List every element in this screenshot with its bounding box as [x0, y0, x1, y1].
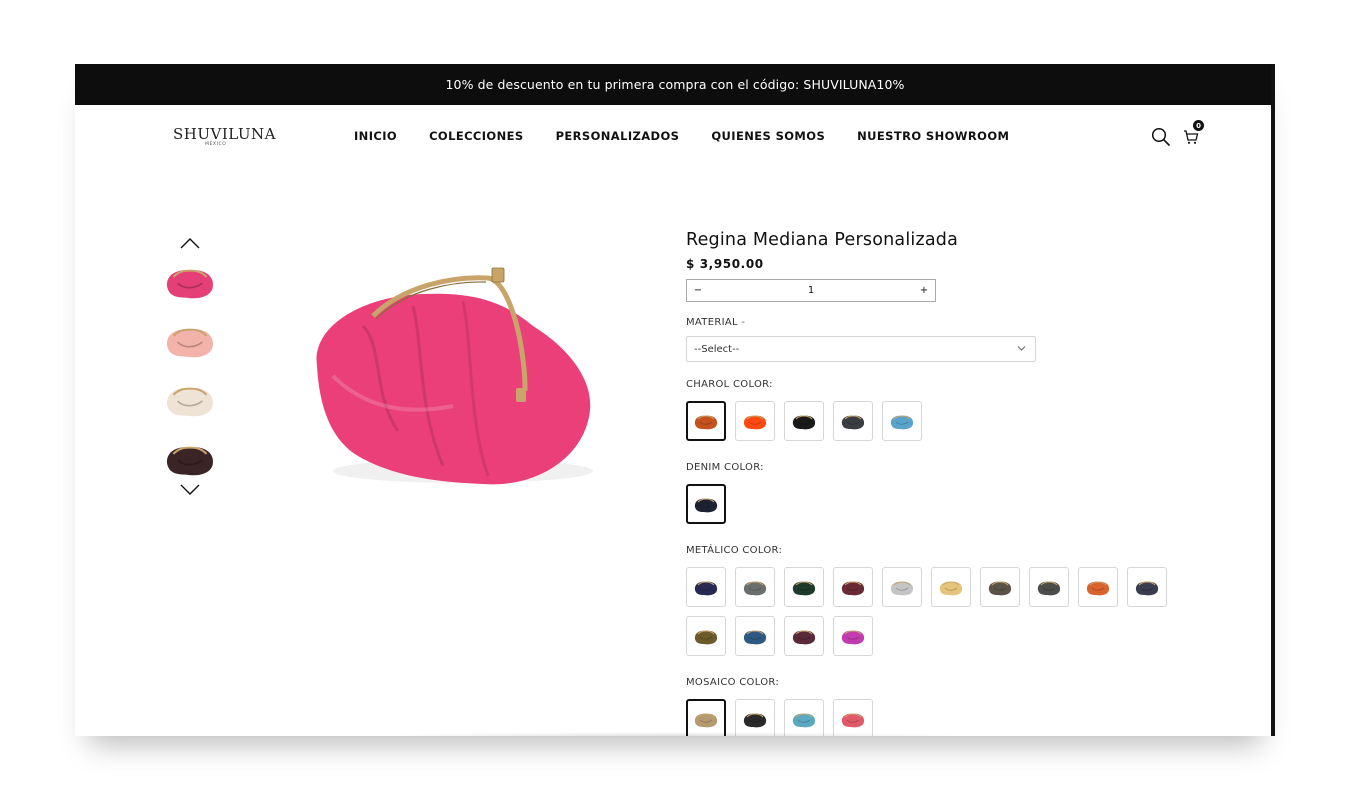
thumbnail-blush[interactable]: [161, 317, 219, 365]
main-nav: INICIO COLECCIONES PERSONALIZADOS QUIENE…: [354, 129, 1009, 143]
charol-swatch-2[interactable]: [735, 401, 775, 441]
denim-swatch-1[interactable]: [686, 484, 726, 524]
quantity-input[interactable]: 1: [709, 285, 913, 296]
cart-count-badge: 0: [1193, 120, 1204, 131]
product-title: Regina Mediana Personalizada: [686, 230, 959, 250]
thumbnail-pink[interactable]: [161, 258, 219, 306]
nav-colecciones[interactable]: COLECCIONES: [429, 129, 524, 143]
gallery-down-arrow-icon[interactable]: [180, 484, 200, 496]
denim-color-label: DENIM COLOR:: [686, 462, 764, 473]
frame-edge: [1271, 64, 1275, 736]
metalico-swatch-11[interactable]: [686, 616, 726, 656]
logo[interactable]: SHUVILUNA: [173, 125, 276, 143]
nav-nuestro-showroom[interactable]: NUESTRO SHOWROOM: [857, 129, 1009, 143]
chevron-down-icon: [1017, 346, 1026, 351]
material-select-value: --Select--: [694, 343, 740, 355]
thumbnail-cream[interactable]: [161, 376, 219, 424]
charol-swatch-3[interactable]: [784, 401, 824, 441]
metalico-swatch-6[interactable]: [931, 567, 971, 607]
metalico-swatch-12[interactable]: [735, 616, 775, 656]
promo-text: 10% de descuento en tu primera compra co…: [445, 77, 905, 92]
mosaico-swatch-3[interactable]: [784, 699, 824, 736]
metalico-swatch-5[interactable]: [882, 567, 922, 607]
thumbnail-brown[interactable]: [161, 435, 219, 483]
mosaico-swatch-4[interactable]: [833, 699, 873, 736]
metalico-swatch-9[interactable]: [1078, 567, 1118, 607]
metalico-color-label: METÁLICO COLOR:: [686, 545, 783, 556]
promo-banner: 10% de descuento en tu primera compra co…: [75, 64, 1275, 105]
metalico-swatch-8[interactable]: [1029, 567, 1069, 607]
metalico-swatch-2[interactable]: [735, 567, 775, 607]
metalico-swatch-1[interactable]: [686, 567, 726, 607]
product-price: $ 3,950.00: [686, 257, 764, 271]
quantity-stepper: − 1 +: [686, 279, 936, 302]
nav-inicio[interactable]: INICIO: [354, 129, 397, 143]
site-header: SHUVILUNA MÉXICO INICIO COLECCIONES PERS…: [75, 105, 1275, 169]
metalico-swatch-14[interactable]: [833, 616, 873, 656]
mosaico-color-label: MOSAICO COLOR:: [686, 677, 780, 688]
gallery-up-arrow-icon[interactable]: [180, 237, 200, 249]
metalico-swatch-4[interactable]: [833, 567, 873, 607]
material-label: MATERIAL -: [686, 317, 746, 328]
browser-frame: 10% de descuento en tu primera compra co…: [75, 64, 1275, 736]
mosaico-swatch-2[interactable]: [735, 699, 775, 736]
quantity-increase-button[interactable]: +: [913, 285, 935, 296]
logo-subtitle: MÉXICO: [205, 142, 227, 147]
sticky-bar-shadow: [375, 732, 975, 736]
metalico-swatch-13[interactable]: [784, 616, 824, 656]
metalico-swatch-7[interactable]: [980, 567, 1020, 607]
charol-swatch-4[interactable]: [833, 401, 873, 441]
metalico-swatch-10[interactable]: [1127, 567, 1167, 607]
mosaico-swatch-1[interactable]: [686, 699, 726, 736]
nav-personalizados[interactable]: PERSONALIZADOS: [556, 129, 680, 143]
search-icon[interactable]: [1151, 127, 1171, 147]
quantity-decrease-button[interactable]: −: [687, 285, 709, 296]
nav-quienes-somos[interactable]: QUIENES SOMOS: [711, 129, 825, 143]
cart-icon[interactable]: [1183, 129, 1199, 145]
charol-swatch-1[interactable]: [686, 401, 726, 441]
charol-swatch-5[interactable]: [882, 401, 922, 441]
material-select[interactable]: --Select--: [686, 336, 1036, 362]
charol-color-label: CHAROL COLOR:: [686, 379, 773, 390]
metalico-swatch-3[interactable]: [784, 567, 824, 607]
product-main-image: [316, 267, 593, 485]
